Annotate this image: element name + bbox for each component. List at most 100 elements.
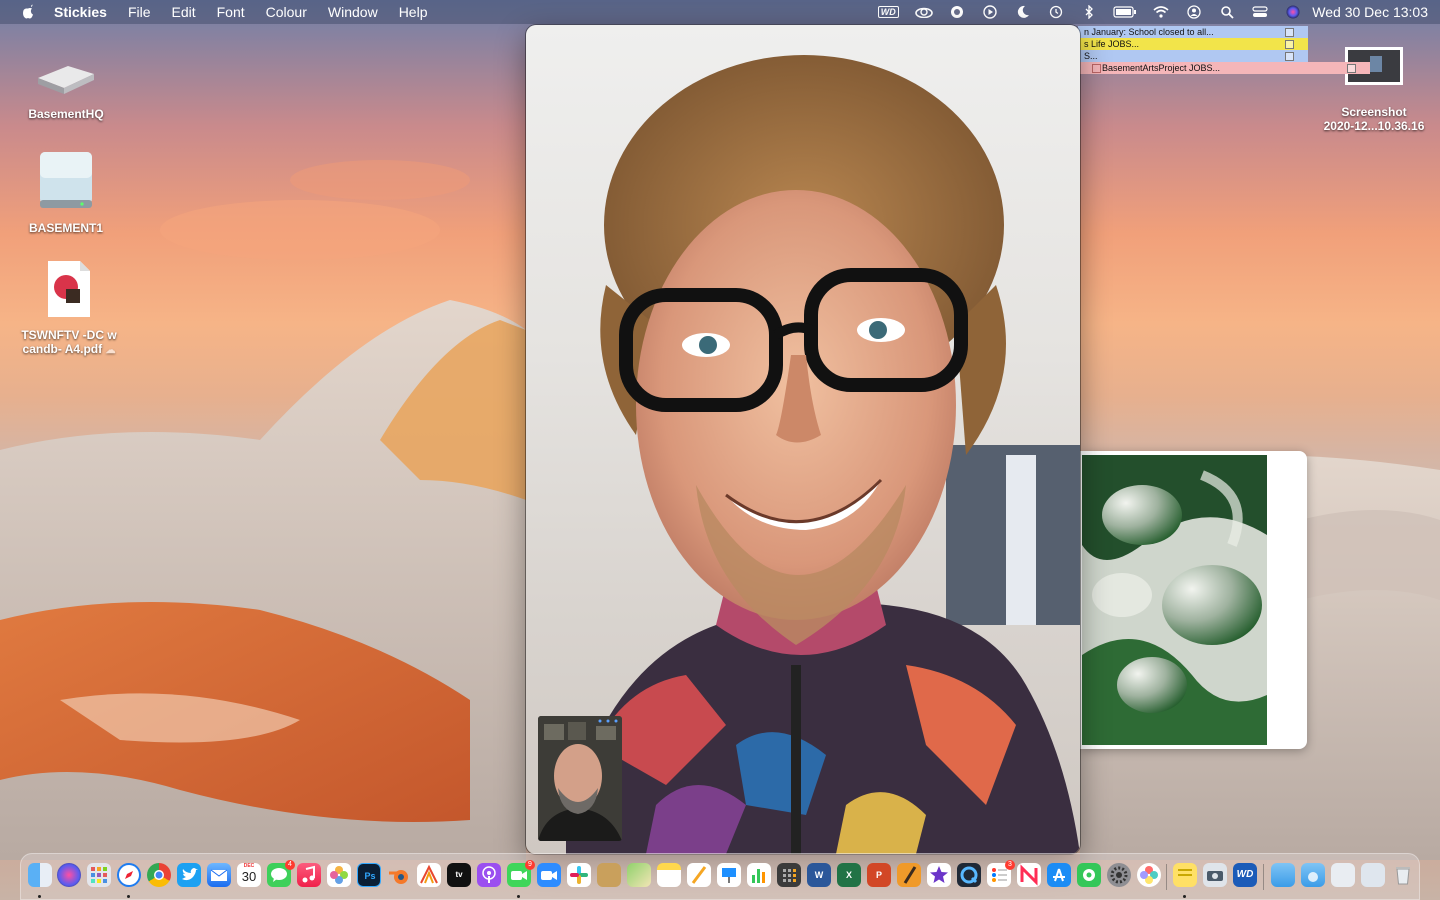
dock-separator	[1263, 864, 1264, 890]
disk-icon	[40, 152, 92, 208]
music-icon[interactable]	[297, 863, 321, 887]
photoshop-label: Ps	[364, 871, 376, 881]
apple-tv-icon[interactable]: tv	[447, 863, 471, 887]
app-menu-stickies[interactable]: Stickies	[54, 0, 107, 24]
system-preferences-icon[interactable]	[1107, 863, 1131, 887]
quicktime-icon[interactable]	[957, 863, 981, 887]
downloads-folder-icon[interactable]	[1301, 863, 1325, 887]
wd-icon[interactable]: WD	[876, 5, 900, 19]
sticky-note-1[interactable]: n January: School closed to all...	[1078, 26, 1308, 38]
desktop-icon-basementhq[interactable]: BasementHQ	[11, 58, 121, 121]
sticky-close-button[interactable]	[1092, 64, 1101, 73]
desktop-icon-label: BASEMENT1	[28, 221, 103, 235]
menu-window[interactable]: Window	[328, 0, 378, 24]
pdf-icon	[48, 261, 90, 317]
reminders-icon[interactable]: 3	[987, 860, 1015, 887]
sticky-collapse-button[interactable]	[1347, 64, 1356, 73]
documents-stack-icon[interactable]	[1361, 863, 1385, 887]
desktop-icon-label: BasementHQ	[28, 107, 104, 121]
blender-icon[interactable]	[387, 863, 411, 887]
search-icon[interactable]	[1218, 5, 1236, 19]
facetime-window[interactable]	[526, 25, 1080, 854]
self-view-video[interactable]	[538, 716, 622, 841]
sticky-note-2[interactable]: s Life JOBS...	[1078, 38, 1308, 50]
finder-icon[interactable]	[28, 863, 52, 887]
sticky-note-4[interactable]: BasementArtsProject JOBS...	[1078, 62, 1370, 74]
desktop-icon-basement1[interactable]: BASEMENT1	[11, 150, 121, 235]
color-picker-icon[interactable]	[1137, 863, 1161, 887]
photoshop-icon[interactable]: Ps	[357, 863, 381, 887]
garageband-icon[interactable]	[897, 863, 921, 887]
folder-icon[interactable]	[1271, 863, 1295, 887]
news-icon[interactable]	[1017, 863, 1041, 887]
menu-help[interactable]: Help	[399, 0, 428, 24]
keychain-icon[interactable]	[597, 863, 621, 887]
sync-icon[interactable]	[948, 5, 966, 19]
photos-icon[interactable]	[327, 863, 351, 887]
menu-bar: Stickies File Edit Font Colour Window He…	[0, 0, 1440, 24]
textedit-icon[interactable]	[687, 863, 711, 887]
siri-icon[interactable]	[1284, 5, 1302, 19]
desktop-icon-screenshot[interactable]: Screenshot 2020-12...10.36.16	[1318, 46, 1430, 133]
safari-icon[interactable]	[117, 863, 141, 887]
messages-icon[interactable]: 4	[267, 860, 295, 887]
desktop-icon-pdf[interactable]: TSWNFTV -DC w candb- A4.pdf ☁	[14, 259, 124, 356]
user-icon[interactable]	[1185, 5, 1203, 19]
siri-icon[interactable]	[57, 863, 81, 887]
word-icon[interactable]: W	[807, 863, 831, 887]
running-indicator	[1183, 895, 1186, 898]
sticky-collapse-button[interactable]	[1285, 52, 1294, 61]
preview-stack-icon[interactable]	[1331, 863, 1355, 887]
play-icon[interactable]	[981, 5, 999, 19]
notification-badge: 4	[285, 860, 295, 870]
keynote-icon[interactable]	[717, 863, 741, 887]
menu-colour[interactable]: Colour	[266, 0, 307, 24]
excel-icon[interactable]: X	[837, 863, 861, 887]
notes-icon[interactable]	[657, 863, 681, 887]
chrome-icon[interactable]	[147, 863, 171, 887]
time-machine-icon[interactable]	[1047, 5, 1065, 19]
do-not-disturb-icon[interactable]	[1014, 5, 1032, 19]
desktop-icon-label-line1: TSWNFTV -DC w	[21, 328, 117, 342]
wd-discovery-label: WD	[1236, 869, 1254, 880]
creative-cloud-icon[interactable]	[915, 5, 934, 19]
launchpad-icon[interactable]	[87, 863, 111, 887]
mail-icon[interactable]	[207, 863, 231, 887]
wd-discovery-icon[interactable]: WD	[1233, 863, 1257, 887]
sticky-collapse-button[interactable]	[1285, 28, 1294, 37]
desktop-icon-label-line2: 2020-12...10.36.16	[1323, 119, 1425, 133]
affinity-icon[interactable]	[417, 863, 441, 887]
podcasts-icon[interactable]	[477, 863, 501, 887]
running-indicator	[38, 895, 41, 898]
maps-icon[interactable]	[627, 863, 651, 887]
notification-badge: 9	[525, 860, 535, 870]
app-store-icon[interactable]	[1047, 863, 1071, 887]
facetime-icon[interactable]: 9	[507, 860, 535, 887]
screenshot-app-icon[interactable]	[1203, 863, 1227, 887]
apple-menu-icon[interactable]	[20, 4, 36, 20]
find-my-icon[interactable]	[1077, 863, 1101, 887]
control-center-icon[interactable]	[1251, 5, 1269, 19]
preview-window[interactable]	[1080, 451, 1307, 749]
calendar-icon[interactable]: DEC 30	[237, 863, 261, 887]
menu-file[interactable]: File	[128, 0, 151, 24]
twitter-icon[interactable]	[177, 863, 201, 887]
numbers-icon[interactable]	[747, 863, 771, 887]
sticky-collapse-button[interactable]	[1285, 40, 1294, 49]
slack-icon[interactable]	[567, 863, 591, 887]
zoom-icon[interactable]	[537, 863, 561, 887]
powerpoint-icon[interactable]: P	[867, 863, 891, 887]
stickies-icon[interactable]	[1173, 863, 1197, 887]
sticky-note-3[interactable]: S...	[1078, 50, 1308, 62]
calculator-icon[interactable]	[777, 863, 801, 887]
desktop-icon-label-line2: candb- A4.pdf ☁	[14, 342, 124, 356]
bluetooth-icon[interactable]	[1080, 5, 1098, 19]
battery-icon[interactable]	[1113, 5, 1137, 19]
menu-font[interactable]: Font	[217, 0, 245, 24]
menu-clock[interactable]: Wed 30 Dec 13:03	[1312, 4, 1428, 20]
running-indicator	[127, 895, 130, 898]
trash-icon[interactable]	[1391, 863, 1415, 887]
wifi-icon[interactable]	[1152, 5, 1170, 19]
menu-edit[interactable]: Edit	[172, 0, 196, 24]
imovie-icon[interactable]	[927, 863, 951, 887]
